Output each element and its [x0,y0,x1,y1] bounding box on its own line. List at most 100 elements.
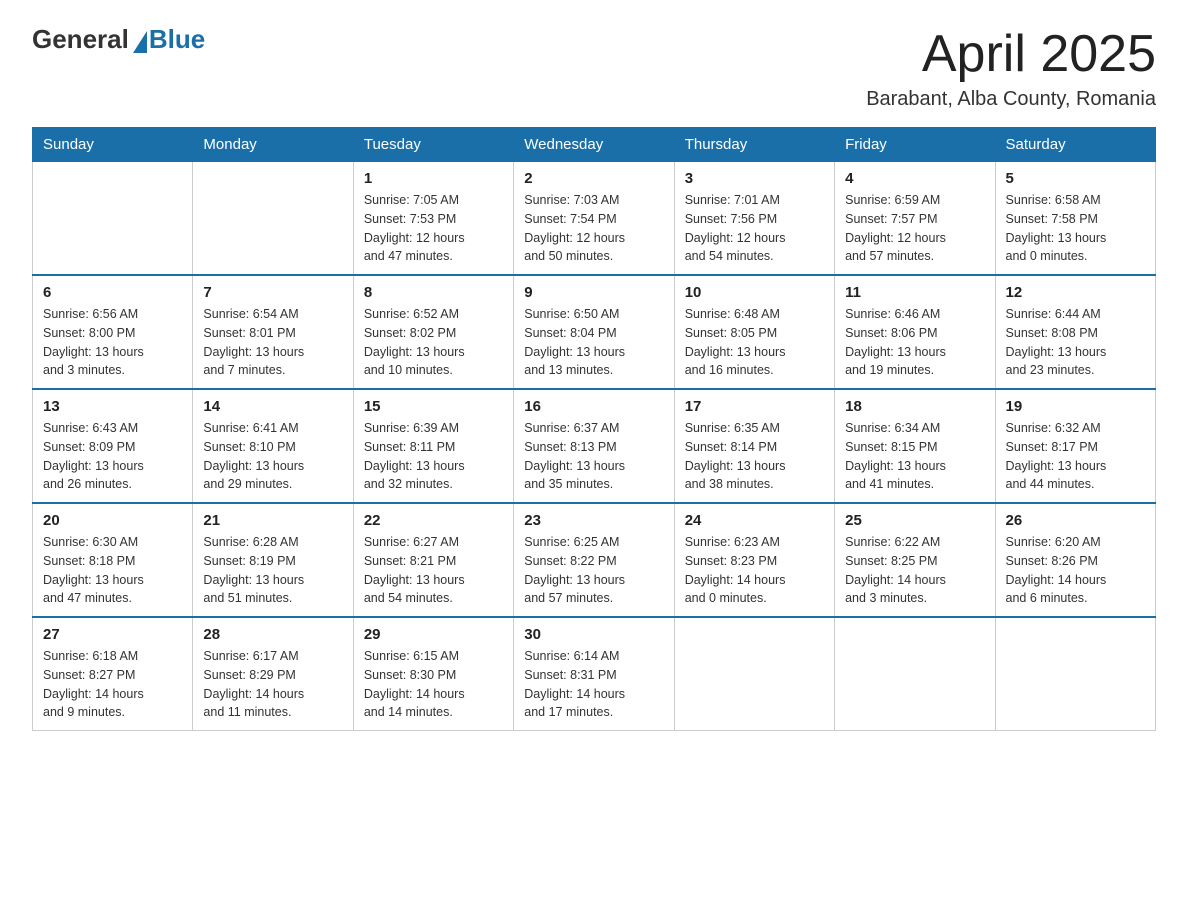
day-info: Sunrise: 6:20 AM Sunset: 8:26 PM Dayligh… [1006,533,1145,608]
day-number: 12 [1006,284,1145,301]
calendar-cell: 23 Sunrise: 6:25 AM Sunset: 8:22 PM Dayli… [514,503,674,617]
day-info: Sunrise: 6:54 AM Sunset: 8:01 PM Dayligh… [203,305,342,380]
day-number: 18 [845,398,984,415]
day-info: Sunrise: 6:35 AM Sunset: 8:14 PM Dayligh… [685,419,824,494]
day-number: 16 [524,398,663,415]
calendar-cell [674,617,834,731]
day-number: 13 [43,398,182,415]
weekday-header-saturday: Saturday [995,128,1155,162]
day-number: 30 [524,626,663,643]
day-number: 29 [364,626,503,643]
calendar-cell: 3 Sunrise: 7:01 AM Sunset: 7:56 PM Daylig… [674,162,834,276]
day-info: Sunrise: 6:39 AM Sunset: 8:11 PM Dayligh… [364,419,503,494]
day-info: Sunrise: 7:05 AM Sunset: 7:53 PM Dayligh… [364,191,503,266]
day-number: 17 [685,398,824,415]
calendar-cell: 24 Sunrise: 6:23 AM Sunset: 8:23 PM Dayli… [674,503,834,617]
page-header: General Blue April 2025 Barabant, Alba C… [32,24,1156,111]
day-info: Sunrise: 6:46 AM Sunset: 8:06 PM Dayligh… [845,305,984,380]
day-number: 8 [364,284,503,301]
calendar-cell: 29 Sunrise: 6:15 AM Sunset: 8:30 PM Dayli… [353,617,513,731]
day-info: Sunrise: 6:30 AM Sunset: 8:18 PM Dayligh… [43,533,182,608]
day-info: Sunrise: 6:59 AM Sunset: 7:57 PM Dayligh… [845,191,984,266]
calendar-cell: 22 Sunrise: 6:27 AM Sunset: 8:21 PM Dayli… [353,503,513,617]
day-info: Sunrise: 6:43 AM Sunset: 8:09 PM Dayligh… [43,419,182,494]
calendar-cell: 10 Sunrise: 6:48 AM Sunset: 8:05 PM Dayli… [674,275,834,389]
calendar-cell: 27Sunrise: 6:18 AM Sunset: 8:27 PM Dayli… [33,617,193,731]
day-number: 3 [685,170,824,187]
day-number: 4 [845,170,984,187]
weekday-header-monday: Monday [193,128,353,162]
calendar-cell: 26 Sunrise: 6:20 AM Sunset: 8:26 PM Dayli… [995,503,1155,617]
day-info: Sunrise: 6:14 AM Sunset: 8:31 PM Dayligh… [524,647,663,722]
calendar-cell: 6 Sunrise: 6:56 AM Sunset: 8:00 PM Daylig… [33,275,193,389]
calendar-cell: 1 Sunrise: 7:05 AM Sunset: 7:53 PM Daylig… [353,162,513,276]
day-info: Sunrise: 6:28 AM Sunset: 8:19 PM Dayligh… [203,533,342,608]
weekday-header-thursday: Thursday [674,128,834,162]
day-number: 24 [685,512,824,529]
location-title: Barabant, Alba County, Romania [866,88,1156,111]
day-info: Sunrise: 6:34 AM Sunset: 8:15 PM Dayligh… [845,419,984,494]
calendar-header-row: SundayMondayTuesdayWednesdayThursdayFrid… [33,128,1156,162]
calendar-cell: 28Sunrise: 6:17 AM Sunset: 8:29 PM Dayli… [193,617,353,731]
day-info: Sunrise: 7:03 AM Sunset: 7:54 PM Dayligh… [524,191,663,266]
day-info: Sunrise: 6:50 AM Sunset: 8:04 PM Dayligh… [524,305,663,380]
calendar-cell [835,617,995,731]
day-number: 23 [524,512,663,529]
day-info: Sunrise: 6:22 AM Sunset: 8:25 PM Dayligh… [845,533,984,608]
day-number: 14 [203,398,342,415]
calendar-cell: 2Sunrise: 7:03 AM Sunset: 7:54 PM Daylig… [514,162,674,276]
calendar-cell: 9 Sunrise: 6:50 AM Sunset: 8:04 PM Daylig… [514,275,674,389]
day-number: 11 [845,284,984,301]
day-info: Sunrise: 6:25 AM Sunset: 8:22 PM Dayligh… [524,533,663,608]
calendar-cell: 4 Sunrise: 6:59 AM Sunset: 7:57 PM Daylig… [835,162,995,276]
calendar-cell: 13 Sunrise: 6:43 AM Sunset: 8:09 PM Dayli… [33,389,193,503]
day-number: 25 [845,512,984,529]
day-number: 20 [43,512,182,529]
calendar-cell: 21 Sunrise: 6:28 AM Sunset: 8:19 PM Dayli… [193,503,353,617]
day-number: 22 [364,512,503,529]
calendar-cell: 15 Sunrise: 6:39 AM Sunset: 8:11 PM Dayli… [353,389,513,503]
calendar-cell [193,162,353,276]
day-info: Sunrise: 6:44 AM Sunset: 8:08 PM Dayligh… [1006,305,1145,380]
day-number: 1 [364,170,503,187]
calendar-cell [33,162,193,276]
calendar-cell: 20 Sunrise: 6:30 AM Sunset: 8:18 PM Dayli… [33,503,193,617]
weekday-header-sunday: Sunday [33,128,193,162]
calendar-cell: 17 Sunrise: 6:35 AM Sunset: 8:14 PM Dayli… [674,389,834,503]
day-info: Sunrise: 7:01 AM Sunset: 7:56 PM Dayligh… [685,191,824,266]
calendar-cell: 25 Sunrise: 6:22 AM Sunset: 8:25 PM Dayli… [835,503,995,617]
day-number: 10 [685,284,824,301]
calendar-table: SundayMondayTuesdayWednesdayThursdayFrid… [32,127,1156,731]
calendar-cell: 12 Sunrise: 6:44 AM Sunset: 8:08 PM Dayli… [995,275,1155,389]
day-info: Sunrise: 6:23 AM Sunset: 8:23 PM Dayligh… [685,533,824,608]
calendar-cell: 7 Sunrise: 6:54 AM Sunset: 8:01 PM Daylig… [193,275,353,389]
day-info: Sunrise: 6:37 AM Sunset: 8:13 PM Dayligh… [524,419,663,494]
calendar-cell: 19Sunrise: 6:32 AM Sunset: 8:17 PM Dayli… [995,389,1155,503]
day-info: Sunrise: 6:15 AM Sunset: 8:30 PM Dayligh… [364,647,503,722]
calendar-cell: 30 Sunrise: 6:14 AM Sunset: 8:31 PM Dayli… [514,617,674,731]
calendar-cell: 16 Sunrise: 6:37 AM Sunset: 8:13 PM Dayli… [514,389,674,503]
calendar-week-row: 6 Sunrise: 6:56 AM Sunset: 8:00 PM Daylig… [33,275,1156,389]
day-number: 21 [203,512,342,529]
day-number: 27 [43,626,182,643]
day-number: 15 [364,398,503,415]
day-info: Sunrise: 6:41 AM Sunset: 8:10 PM Dayligh… [203,419,342,494]
day-info: Sunrise: 6:58 AM Sunset: 7:58 PM Dayligh… [1006,191,1145,266]
calendar-cell [995,617,1155,731]
calendar-week-row: 13 Sunrise: 6:43 AM Sunset: 8:09 PM Dayli… [33,389,1156,503]
day-number: 28 [203,626,342,643]
day-info: Sunrise: 6:27 AM Sunset: 8:21 PM Dayligh… [364,533,503,608]
weekday-header-friday: Friday [835,128,995,162]
day-number: 9 [524,284,663,301]
day-info: Sunrise: 6:56 AM Sunset: 8:00 PM Dayligh… [43,305,182,380]
day-info: Sunrise: 6:52 AM Sunset: 8:02 PM Dayligh… [364,305,503,380]
day-number: 19 [1006,398,1145,415]
day-number: 6 [43,284,182,301]
day-number: 26 [1006,512,1145,529]
logo-general-text: General [32,24,129,55]
calendar-cell: 8 Sunrise: 6:52 AM Sunset: 8:02 PM Daylig… [353,275,513,389]
calendar-cell: 14 Sunrise: 6:41 AM Sunset: 8:10 PM Dayli… [193,389,353,503]
day-number: 7 [203,284,342,301]
day-info: Sunrise: 6:48 AM Sunset: 8:05 PM Dayligh… [685,305,824,380]
logo: General Blue [32,24,205,55]
